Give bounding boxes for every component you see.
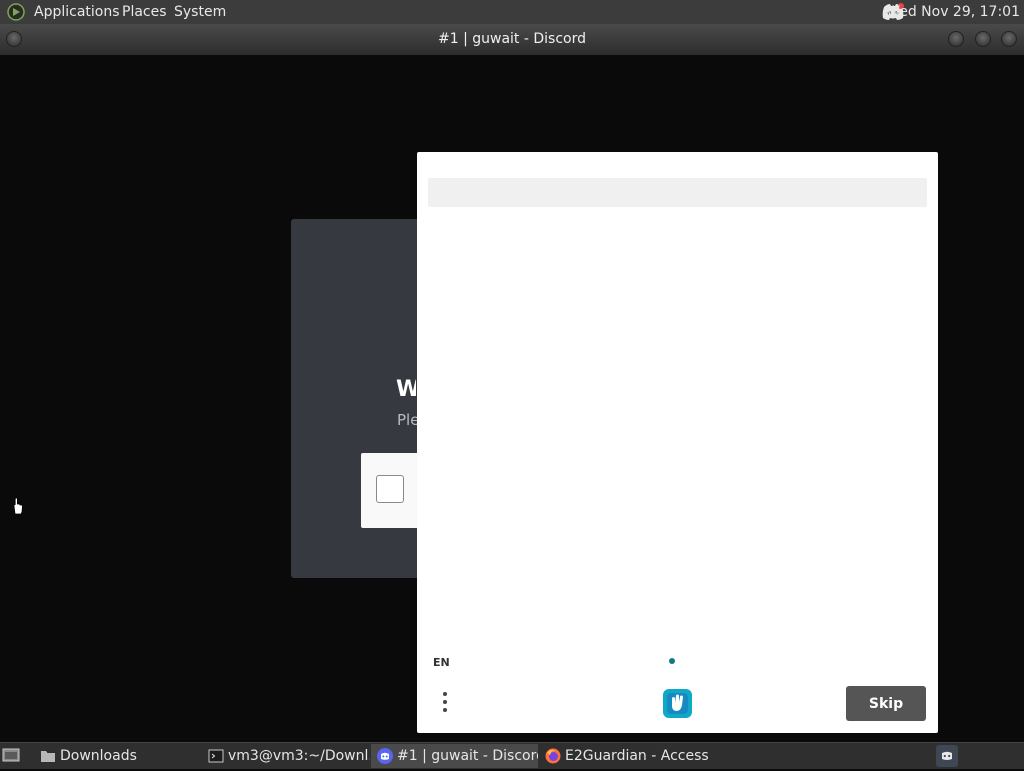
distro-logo-icon[interactable]: [6, 2, 26, 22]
terminal-icon: [208, 749, 224, 763]
top-panel: Applications Places System Wed Nov 29, 1…: [0, 0, 1024, 24]
login-subtext: Ple: [397, 411, 417, 429]
discord-icon: [377, 748, 393, 764]
window-title: #1 | guwait - Discord: [438, 31, 586, 47]
hand-cursor-icon: [13, 497, 23, 515]
task-discord[interactable]: #1 | guwait - Discord: [371, 744, 538, 768]
window-titlebar[interactable]: #1 | guwait - Discord: [0, 24, 1024, 55]
captcha-checkbox[interactable]: [376, 475, 404, 503]
task-label: Downloads: [60, 748, 137, 764]
discord-small-icon: [942, 751, 952, 760]
hcaptcha-logo-icon: [663, 689, 692, 718]
more-options-icon[interactable]: [439, 689, 451, 717]
task-firefox[interactable]: E2Guardian - Access...: [539, 744, 709, 768]
clock[interactable]: Wed Nov 29, 17:01: [886, 0, 1020, 24]
challenge-prompt-placeholder: [428, 178, 927, 207]
firefox-icon: [545, 748, 561, 764]
captcha-challenge-dialog: EN Skip: [417, 152, 938, 733]
maximize-button[interactable]: [975, 31, 991, 47]
progress-dot: [669, 658, 675, 664]
skip-button[interactable]: Skip: [846, 686, 926, 721]
task-downloads[interactable]: Downloads: [34, 744, 199, 768]
close-button[interactable]: [1001, 31, 1017, 47]
language-selector[interactable]: EN: [433, 656, 450, 669]
system-menu[interactable]: System: [174, 0, 226, 24]
taskbar: Downloads vm3@vm3:~/Downl... #1 | guwait…: [0, 742, 1024, 769]
discord-tray-app[interactable]: [936, 745, 958, 767]
folder-icon: [41, 751, 55, 762]
show-desktop-icon[interactable]: [2, 747, 20, 763]
minimize-button[interactable]: [948, 31, 964, 47]
task-terminal[interactable]: vm3@vm3:~/Downl...: [202, 744, 370, 768]
places-menu[interactable]: Places: [122, 0, 167, 24]
task-label: #1 | guwait - Discord: [397, 748, 538, 764]
task-label: E2Guardian - Access...: [565, 748, 709, 764]
task-label: vm3@vm3:~/Downl...: [228, 748, 370, 764]
applications-menu[interactable]: Applications: [34, 0, 120, 24]
login-heading: W: [396, 377, 416, 402]
